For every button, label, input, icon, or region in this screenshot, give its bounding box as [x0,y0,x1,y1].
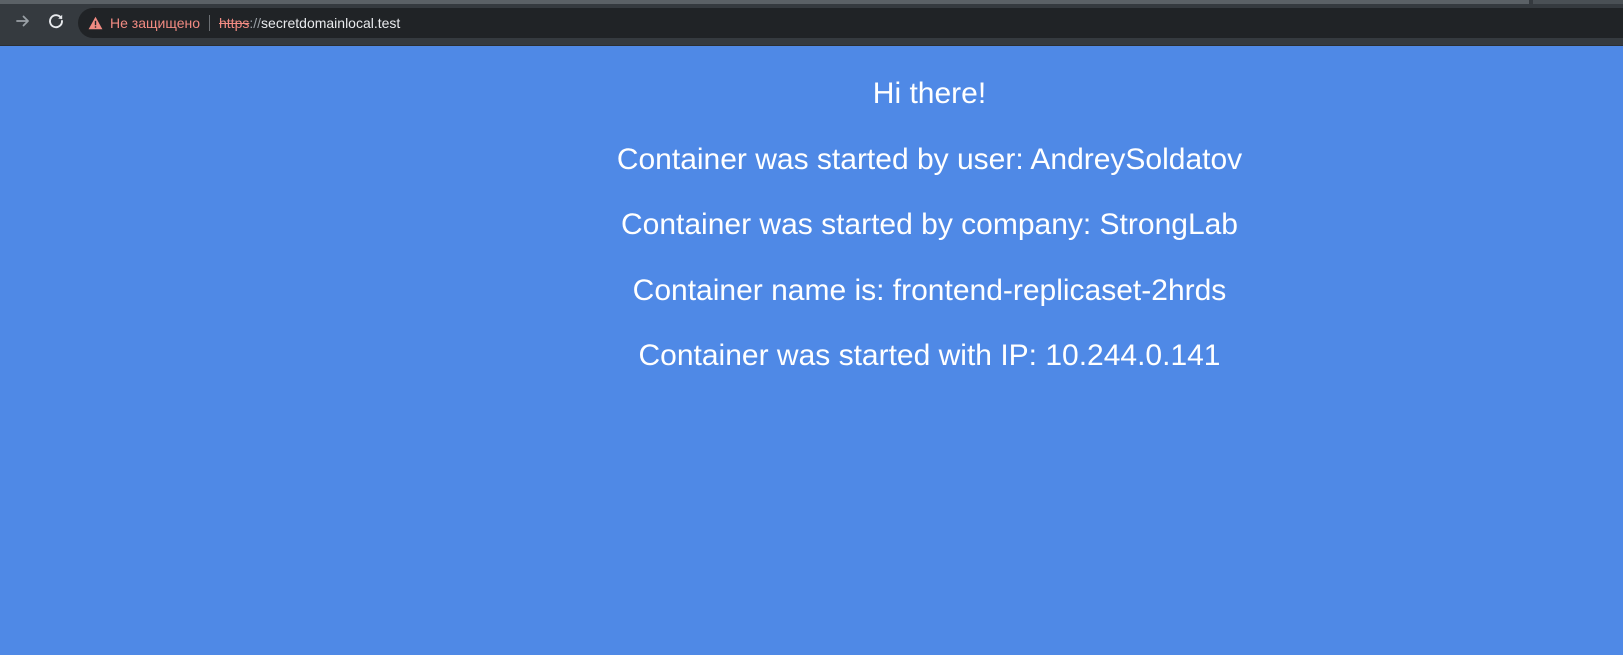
arrow-right-icon [14,12,32,35]
url-text[interactable]: https://secretdomainlocal.test [219,15,400,31]
url-separator: :// [249,15,262,31]
tab-strip [0,0,1529,4]
container-ip-text: Container was started with IP: 10.244.0.… [638,339,1221,372]
reload-icon [47,12,65,35]
page-content: Hi there! Container was started by user:… [0,46,1623,655]
forward-button[interactable] [10,10,36,36]
browser-toolbar: Не защищено https://secretdomainlocal.te… [0,0,1623,46]
address-bar[interactable]: Не защищено https://secretdomainlocal.te… [78,8,1623,38]
url-host: secretdomainlocal.test [261,15,401,31]
tab-strip-end [1533,0,1623,4]
omnibox-divider [209,15,210,31]
container-name-text: Container name is: frontend-replicaset-2… [632,274,1227,307]
url-scheme: https [219,15,250,31]
warning-triangle-icon[interactable] [87,15,103,31]
security-status-label[interactable]: Не защищено [110,15,200,31]
started-by-company-text: Container was started by company: Strong… [620,208,1238,241]
started-by-user-text: Container was started by user: AndreySol… [616,143,1243,176]
reload-button[interactable] [43,10,69,36]
greeting-text: Hi there! [872,77,987,110]
